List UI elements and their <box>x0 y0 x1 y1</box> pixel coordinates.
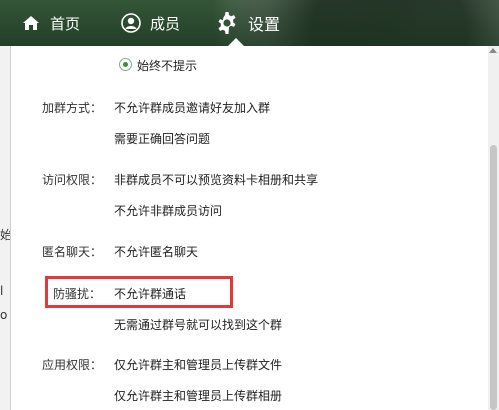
user-icon <box>120 12 142 34</box>
nav-home[interactable]: 首页 <box>20 0 80 46</box>
access-label: 访问权限： <box>42 173 103 187</box>
highlight-annotation <box>45 276 233 308</box>
home-icon <box>20 12 42 34</box>
never-prompt-label: 始终不提示 <box>137 59 198 73</box>
nav-settings[interactable]: 设置 <box>214 0 280 46</box>
nav-members-label: 成员 <box>150 14 181 33</box>
anonymous-chat-option[interactable]: 不允许匿名聊天 <box>114 243 198 260</box>
app-permission-option-album[interactable]: 仅允许群主和管理员上传群相册 <box>114 387 282 404</box>
scroll-up-arrow-icon[interactable] <box>489 48 497 53</box>
access-option-visit[interactable]: 不允许非群成员访问 <box>114 202 222 219</box>
nav-settings-label: 设置 <box>248 15 281 34</box>
join-option-invite[interactable]: 不允许群成员邀请好友加入群 <box>114 99 270 116</box>
background-page-edge: 始 l o <box>0 46 12 410</box>
join-option-answer[interactable]: 需要正确回答问题 <box>114 130 210 147</box>
app-permission-option-files[interactable]: 仅允许群主和管理员上传群文件 <box>114 356 282 373</box>
nav-home-label: 首页 <box>50 14 81 33</box>
anti-harassment-option-search[interactable]: 无需通过群号就可以找到这个群 <box>114 316 282 333</box>
active-tab-indicator <box>228 38 244 46</box>
gear-icon <box>214 10 240 36</box>
top-nav-bar: 首页 成员 设置 <box>0 0 499 46</box>
anonymous-chat-label: 匿名聊天： <box>42 245 103 259</box>
join-method-label: 加群方式： <box>42 101 103 115</box>
access-option-preview[interactable]: 非群成员不可以预览资料卡相册和共享 <box>114 171 318 188</box>
never-prompt-radio[interactable] <box>119 58 132 71</box>
app-permission-label: 应用权限： <box>42 358 103 372</box>
edge-text-2: l <box>0 284 4 298</box>
scrollbar-thumb[interactable] <box>490 145 497 410</box>
nav-members[interactable]: 成员 <box>120 0 180 46</box>
edge-text-3: o <box>0 308 8 322</box>
